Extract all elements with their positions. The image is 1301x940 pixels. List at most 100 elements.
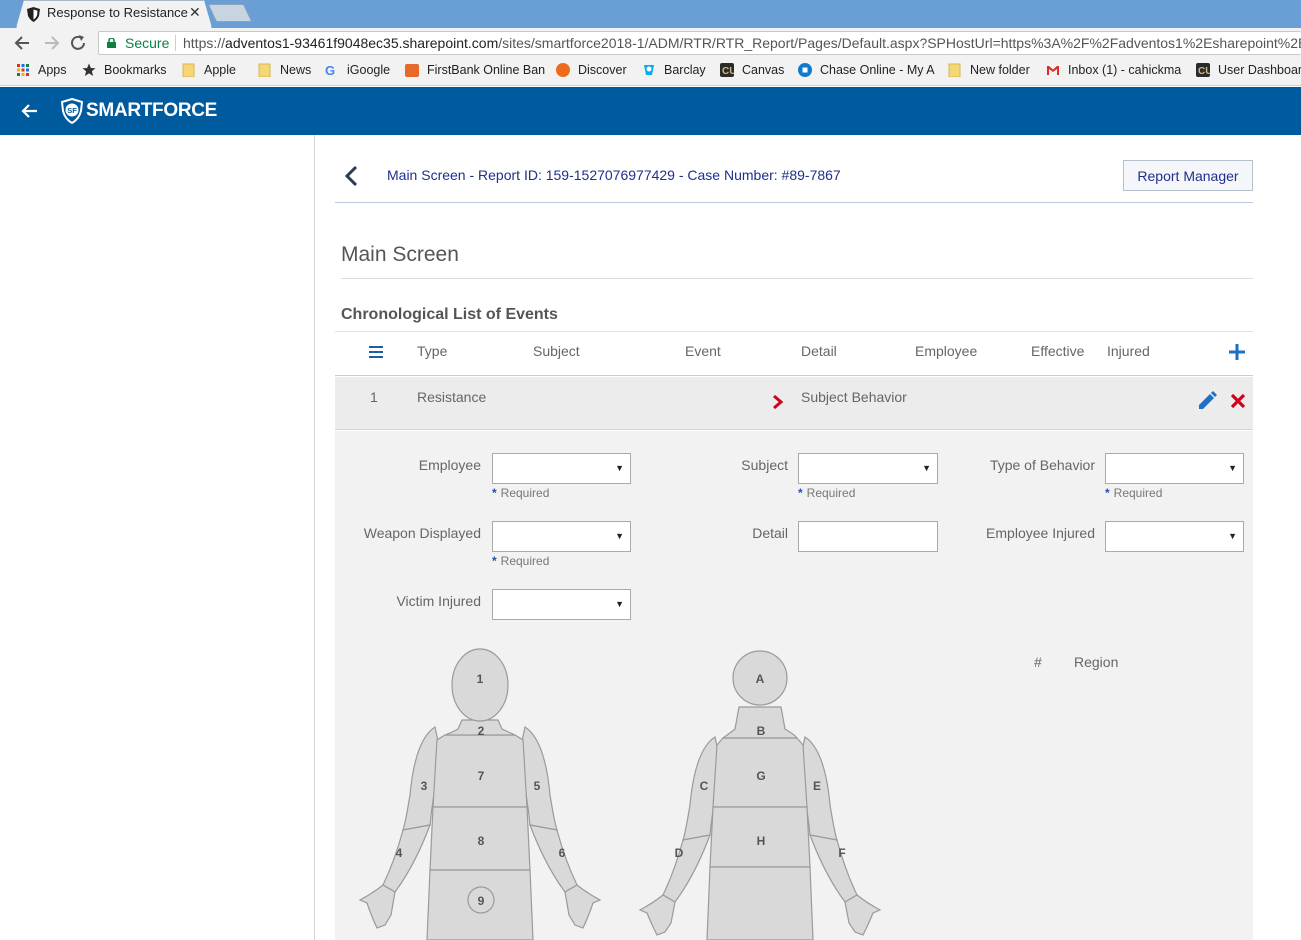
bookmark-canvas[interactable]: CU Canvas — [720, 63, 784, 81]
new-tab-button[interactable] — [207, 4, 253, 22]
bookmark-bookmarks[interactable]: Bookmarks — [82, 63, 167, 81]
front-right-hand[interactable] — [564, 884, 602, 929]
front-label-6: 6 — [559, 846, 566, 860]
front-left-hand[interactable] — [358, 884, 396, 929]
column-header-employee[interactable]: Employee — [915, 343, 977, 359]
chevron-left-icon[interactable] — [343, 164, 359, 188]
edit-pencil-icon[interactable] — [1196, 390, 1218, 412]
app-brand-name: SMARTFORCE — [86, 100, 218, 121]
bookmark-label: News — [280, 63, 312, 77]
bookmark-firstbank[interactable]: FirstBank Online Ban — [405, 63, 545, 81]
employee-label: Employee — [418, 457, 481, 473]
weapon-displayed-label: Weapon Displayed — [363, 525, 481, 541]
back-label-f: F — [838, 846, 845, 860]
bookmark-apps[interactable]: Apps — [16, 63, 67, 81]
google-icon: G — [325, 63, 335, 77]
secure-label: Secure — [125, 35, 170, 51]
back-arrow-icon[interactable] — [18, 99, 42, 123]
bookmark-new-folder[interactable]: New folder — [948, 63, 1030, 81]
hamburger-menu-icon[interactable] — [369, 346, 383, 358]
back-region-d-left-forearm[interactable] — [662, 834, 711, 903]
back-label-d: D — [675, 846, 684, 860]
weapon-displayed-select[interactable]: ▼ — [492, 521, 631, 552]
front-label-2: 2 — [478, 724, 485, 738]
url-text: https://adventos1-93461f9048ec35.sharepo… — [183, 35, 1301, 51]
back-buttocks[interactable] — [706, 866, 814, 940]
back-label-c: C — [700, 779, 709, 793]
region-name-header: Region — [1074, 654, 1119, 670]
bookmark-user-dashboard[interactable]: CU User Dashboar — [1196, 63, 1301, 81]
left-pane-divider — [314, 135, 315, 940]
bookmark-gmail[interactable]: Inbox (1) - cahickma — [1046, 63, 1181, 81]
bookmark-igoogle[interactable]: GiGoogle — [325, 63, 390, 81]
forward-arrow-icon[interactable] — [40, 32, 62, 54]
report-manager-button[interactable]: Report Manager — [1123, 160, 1253, 191]
column-header-event[interactable]: Event — [685, 343, 721, 359]
required-star: * — [798, 486, 803, 500]
subject-select[interactable]: ▼ — [798, 453, 938, 484]
column-header-effective[interactable]: Effective — [1031, 343, 1084, 359]
back-label-e: E — [813, 779, 821, 793]
chevron-right-icon — [773, 395, 784, 409]
bookmark-news[interactable]: News — [258, 63, 311, 81]
gmail-icon — [1047, 66, 1059, 75]
lock-icon — [107, 38, 116, 48]
tab-close-icon[interactable]: ✕ — [189, 4, 201, 21]
bookmark-label: User Dashboar — [1218, 63, 1301, 77]
required-note: * Required — [1105, 486, 1162, 500]
firstbank-icon — [405, 64, 419, 77]
chase-icon — [798, 63, 812, 77]
region-number-header: # — [1034, 654, 1042, 670]
employee-injured-select[interactable]: ▼ — [1105, 521, 1244, 552]
bookmark-label: Apps — [38, 63, 67, 77]
victim-injured-label: Victim Injured — [396, 593, 481, 609]
browser-tab[interactable]: Response to Resistance ✕ — [16, 0, 212, 28]
dropdown-arrow-icon: ▼ — [615, 531, 624, 541]
required-text: Required — [500, 554, 550, 568]
required-note: * Required — [492, 554, 549, 568]
type-of-behavior-select[interactable]: ▼ — [1105, 453, 1244, 484]
bookmark-apple[interactable]: Apple — [182, 63, 236, 81]
discover-icon — [556, 63, 570, 77]
add-event-plus-icon[interactable] — [1228, 343, 1246, 361]
address-bar[interactable]: Secure https://adventos1-93461f9048ec35.… — [98, 31, 1301, 55]
required-text: Required — [500, 486, 550, 500]
table-row[interactable]: 1 Resistance Subject Behavior — [335, 377, 1253, 430]
bookmark-label: Barclay — [664, 63, 706, 77]
bookmark-barclay[interactable]: Barclay — [642, 63, 706, 81]
front-region-4-left-forearm[interactable] — [382, 824, 431, 893]
reload-icon[interactable] — [67, 32, 89, 54]
url-path: /sites/smartforce2018-1/ADM/RTR/RTR_Repo… — [498, 35, 1301, 51]
bookmark-discover[interactable]: Discover — [556, 63, 627, 81]
column-header-type[interactable]: Type — [417, 343, 447, 359]
detail-input[interactable] — [798, 521, 938, 552]
back-right-hand[interactable] — [844, 894, 882, 936]
bookmark-label: Chase Online - My A — [820, 63, 935, 77]
bookmark-chase[interactable]: Chase Online - My A — [798, 63, 935, 81]
shield-favicon-icon — [27, 7, 40, 22]
column-header-subject[interactable]: Subject — [533, 343, 580, 359]
front-region-6-right-forearm[interactable] — [529, 824, 578, 893]
bookmarks-bar: Apps Bookmarks Apple News GiGoogle First… — [0, 58, 1301, 86]
required-text: Required — [1113, 486, 1163, 500]
svg-text:CU: CU — [1198, 66, 1210, 77]
column-header-detail[interactable]: Detail — [801, 343, 837, 359]
dropdown-arrow-icon: ▼ — [1228, 463, 1237, 473]
column-header-injured[interactable]: Injured — [1107, 343, 1150, 359]
detail-label: Detail — [752, 525, 788, 541]
back-label-a: A — [756, 672, 765, 686]
bookmark-label: New folder — [970, 63, 1030, 77]
front-label-8: 8 — [478, 834, 485, 848]
back-region-f-right-forearm[interactable] — [809, 834, 858, 903]
front-label-3: 3 — [421, 779, 428, 793]
delete-x-icon[interactable] — [1230, 393, 1246, 409]
required-note: * Required — [492, 486, 549, 500]
front-label-9: 9 — [478, 894, 485, 908]
victim-injured-select[interactable]: ▼ — [492, 589, 631, 620]
back-left-hand[interactable] — [638, 894, 676, 936]
employee-select[interactable]: ▼ — [492, 453, 631, 484]
back-arrow-icon[interactable] — [12, 32, 34, 54]
svg-text:G: G — [325, 63, 335, 77]
back-body-diagram: A B C D E F G H — [638, 650, 882, 940]
svg-text:SF: SF — [67, 106, 77, 115]
